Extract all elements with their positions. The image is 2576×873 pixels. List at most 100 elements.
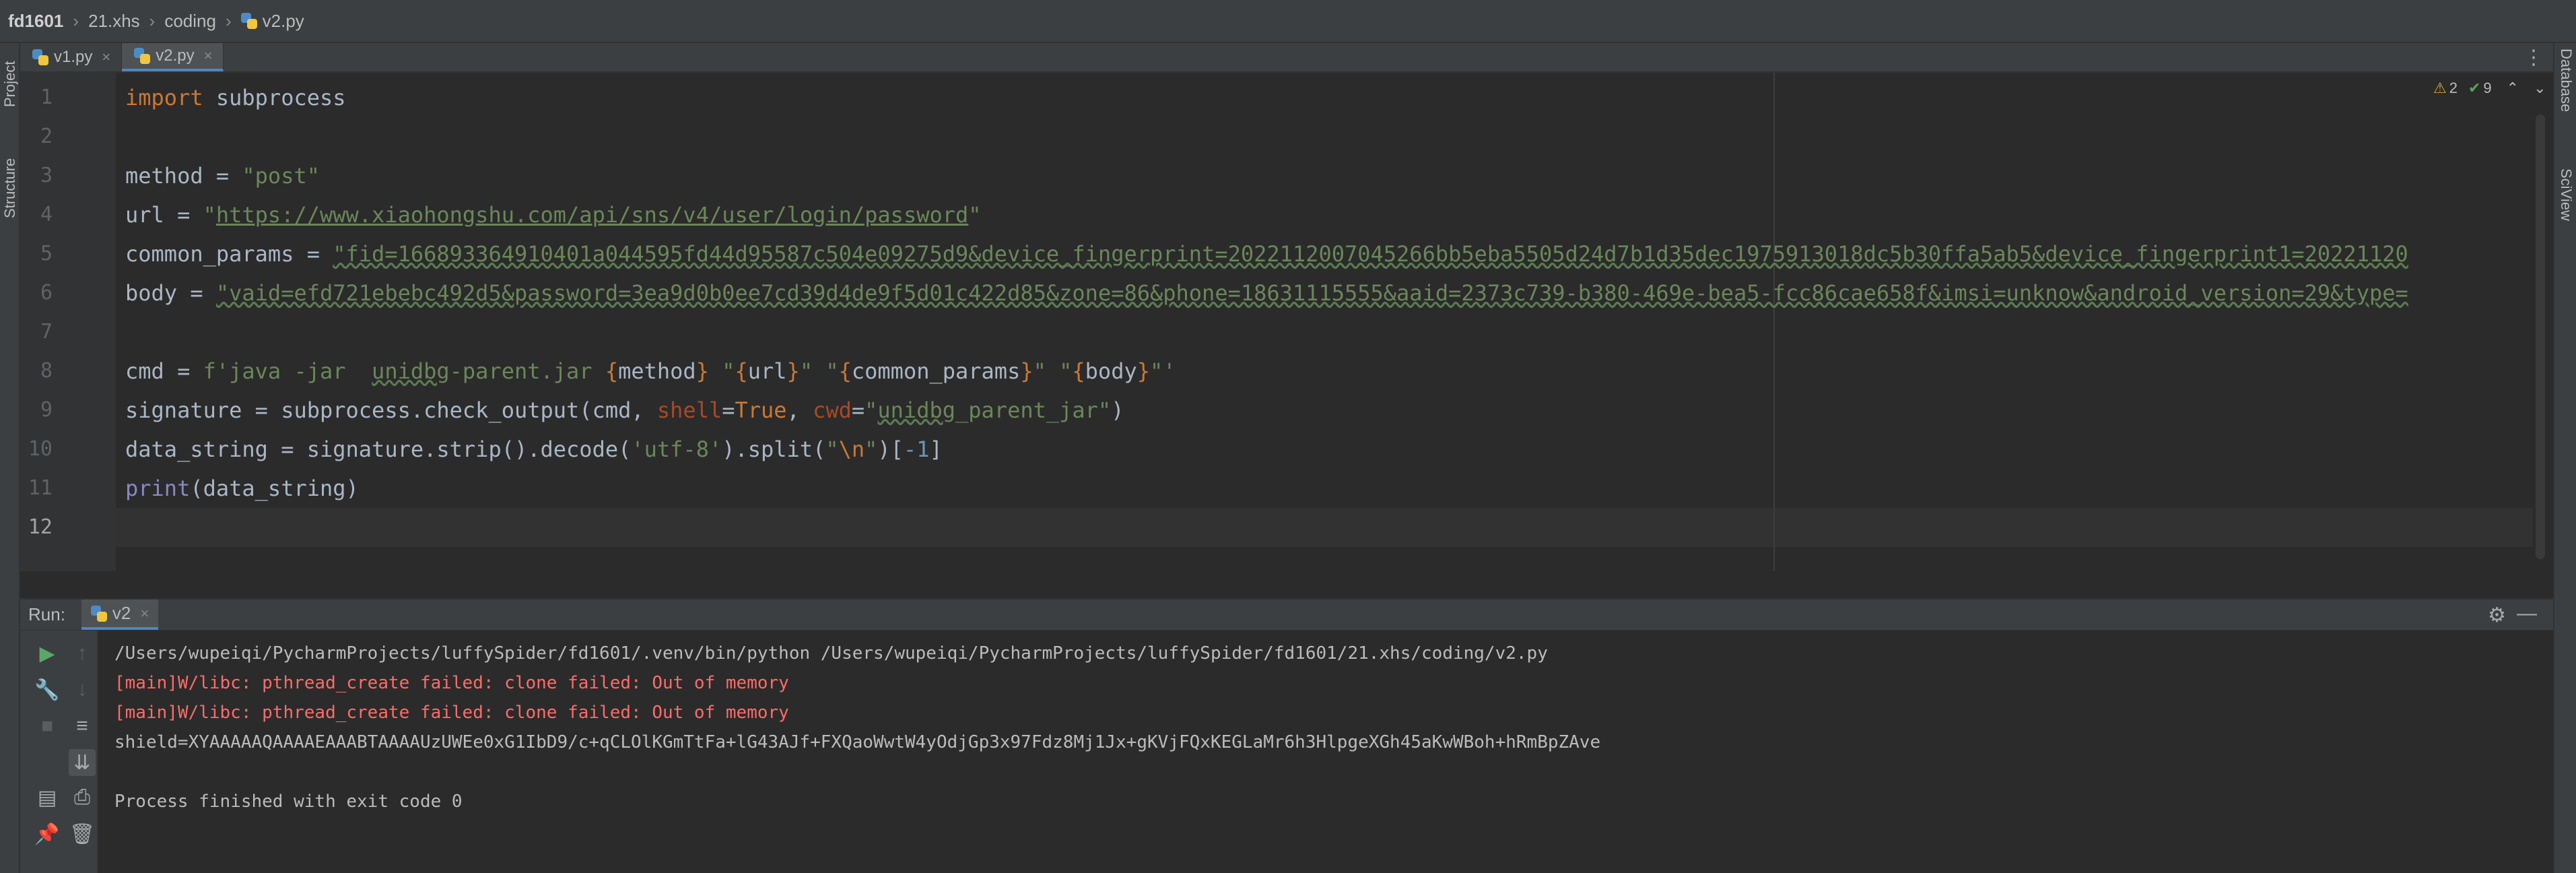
string-token: "vaid=efd721ebebc492d5&password=3ea9d0b0… (215, 280, 2408, 306)
param-token: cwd (813, 397, 852, 423)
line-number: 11 (28, 476, 53, 500)
console-line: /Users/wupeiqi/PycharmProjects/luffySpid… (114, 643, 1548, 664)
breadcrumb-item-file[interactable]: v2.py (240, 10, 304, 32)
code-line-1: import subprocess (125, 78, 346, 117)
chevron-up-icon[interactable]: ⌃ (2507, 79, 2519, 97)
trash-button[interactable]: 🗑 (69, 820, 96, 847)
layout-button[interactable]: ▤ (34, 784, 61, 811)
close-icon[interactable]: × (140, 605, 149, 622)
keyword-token: import (125, 85, 203, 110)
line-number: 3 (40, 164, 53, 187)
breadcrumb-item-subfolder[interactable]: coding (164, 11, 216, 32)
python-file-icon (240, 13, 257, 29)
breadcrumb-item-folder[interactable]: 21.xhs (88, 11, 140, 32)
current-line-highlight (116, 508, 2533, 547)
run-tab-label: v2 (112, 603, 131, 623)
line-number: 4 (40, 203, 53, 226)
left-tool-strip: Project Structure (0, 43, 20, 873)
warning-count: 2 (2449, 79, 2458, 96)
brace-token: { (605, 358, 619, 384)
project-tool-tab[interactable]: Project (0, 47, 20, 121)
inspection-widget[interactable]: ⚠ 2 ✔ 9 ⌃ ⌄ (2433, 79, 2546, 97)
right-tool-strip: Database SciView (2553, 43, 2576, 873)
console-line-error: [main]W/libc: pthread_create failed: clo… (114, 673, 789, 693)
param-token: shell (656, 397, 722, 423)
rerun-button[interactable]: ▶ (34, 640, 61, 667)
warning-icon: ⚠ (2433, 79, 2447, 96)
string-token: "fid=166893364910401a044595fd44d95587c50… (333, 241, 2408, 267)
line-number: 6 (40, 281, 53, 304)
code-token: body (1085, 358, 1137, 384)
string-token: " " (1033, 358, 1073, 384)
number-token: -1 (903, 437, 930, 462)
run-tab-v2[interactable]: v2 × (81, 600, 159, 630)
chevron-right-icon: › (225, 10, 232, 31)
string-token: " (968, 202, 982, 228)
minimize-icon[interactable]: — (2517, 602, 2537, 625)
run-panel-label: Run: (28, 604, 65, 624)
chevron-down-icon[interactable]: ⌄ (2534, 79, 2546, 97)
brace-token: { (1072, 358, 1085, 384)
code-line-6: body = "vaid=efd721ebebc492d5&password=3… (125, 273, 2529, 313)
tab-label: v1.py (54, 48, 93, 66)
code-line-9: signature = subprocess.check_output(cmd,… (125, 391, 1124, 430)
url-link[interactable]: https://www.xiaohongshu.com/api/sns/v4/u… (216, 202, 968, 228)
stop-button[interactable]: ■ (34, 713, 61, 740)
code-token: data_string = signature.strip().decode( (125, 437, 632, 462)
check-icon: ✔ (2468, 79, 2481, 96)
pin-button[interactable]: 📌 (34, 820, 61, 847)
close-icon[interactable]: × (204, 47, 213, 65)
close-icon[interactable]: × (102, 48, 110, 66)
code-token: url (747, 358, 787, 384)
string-token: " (203, 202, 216, 228)
brace-token: } (786, 358, 800, 384)
editor-tab-bar: v1.py × v2.py × ⋮ (20, 43, 2553, 73)
string-token: " " (799, 358, 839, 384)
string-token: "' (1149, 358, 1176, 384)
string-token: " (865, 397, 878, 423)
scroll-to-end-button[interactable]: ⇊ (69, 749, 96, 776)
code-line-11: print(data_string) (125, 469, 359, 508)
chevron-right-icon: › (73, 10, 79, 31)
database-tool-tab[interactable]: Database (2556, 48, 2576, 143)
line-number: 8 (40, 359, 53, 383)
print-button[interactable]: ⎙ (69, 784, 96, 811)
database-tool-label: Database (2558, 48, 2575, 112)
code-token: common_params = (125, 241, 333, 267)
console-line: shield=XYAAAAAQAAAAEAAABTAAAAUzUWEe0xG1I… (114, 732, 1601, 752)
code-editor[interactable]: 1 2 3 4 5 6 7 8 9 10 11 12 import subpro… (20, 73, 2546, 571)
ok-count: 9 (2483, 79, 2492, 96)
code-token: url = (125, 202, 203, 228)
brace-token: } (1020, 358, 1033, 384)
code-token: (data_string) (190, 476, 359, 501)
string-token: -parent.jar (449, 358, 605, 384)
arrow-up-button[interactable]: ↑ (69, 640, 96, 667)
string-token: " (865, 437, 878, 462)
brace-token: } (1137, 358, 1150, 384)
tab-v1[interactable]: v1.py × (20, 43, 123, 71)
string-token: f'java -jar (203, 358, 372, 384)
arrow-down-button[interactable]: ↓ (69, 676, 96, 703)
code-token: = (851, 397, 865, 423)
code-line-4: url = "https://www.xiaohongshu.com/api/s… (125, 195, 982, 234)
more-vertical-icon[interactable]: ⋮ (2523, 46, 2544, 69)
editor-scrollbar[interactable] (2536, 115, 2545, 559)
line-number: 5 (40, 242, 53, 265)
code-token: )[ (877, 437, 904, 462)
code-token: signature = subprocess.check_output(cmd, (125, 397, 657, 423)
wrench-button[interactable]: 🔧 (34, 676, 61, 703)
line-number: 2 (40, 125, 53, 148)
sciview-tool-label: SciView (2558, 168, 2575, 221)
sciview-tool-tab[interactable]: SciView (2556, 168, 2576, 249)
tab-v2[interactable]: v2.py × (122, 43, 224, 71)
gear-icon[interactable]: ⚙ (2488, 604, 2506, 627)
line-number: 1 (40, 86, 53, 109)
soft-wrap-button[interactable]: ≡ (69, 713, 96, 740)
run-console[interactable]: /Users/wupeiqi/PycharmProjects/luffySpid… (98, 630, 2553, 873)
run-toolbar: ▶ ↑ 🔧 ↓ ■ ≡ ⇊ ▤ ⎙ 📌 🗑 (20, 630, 98, 873)
breadcrumb-item-project[interactable]: fd1601 (8, 11, 63, 32)
structure-tool-tab[interactable]: Structure (0, 144, 20, 232)
code-token: method (618, 358, 696, 384)
run-panel-header: Run: v2 × ⚙ — (20, 598, 2553, 630)
breadcrumb-file-label: v2.py (262, 10, 304, 31)
